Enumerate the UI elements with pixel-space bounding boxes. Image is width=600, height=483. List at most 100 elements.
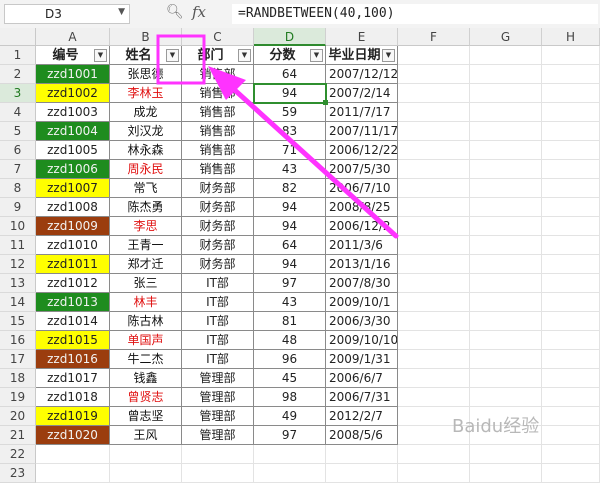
cell[interactable] bbox=[398, 350, 470, 369]
table-cell-id[interactable]: zzd1015 bbox=[36, 331, 110, 350]
cell[interactable] bbox=[470, 46, 542, 65]
cell[interactable] bbox=[182, 445, 254, 464]
table-cell-dept[interactable]: 管理部 bbox=[182, 426, 254, 445]
cell[interactable] bbox=[542, 141, 600, 160]
filter-dropdown-icon[interactable]: ▼ bbox=[382, 49, 395, 62]
table-cell-name[interactable]: 陈杰勇 bbox=[110, 198, 182, 217]
cell[interactable] bbox=[470, 217, 542, 236]
table-cell-score[interactable]: 83 bbox=[254, 122, 326, 141]
row-header-20[interactable]: 20 bbox=[0, 407, 36, 426]
table-cell-dept[interactable]: 财务部 bbox=[182, 217, 254, 236]
cell[interactable] bbox=[470, 350, 542, 369]
table-cell-score[interactable]: 94 bbox=[254, 255, 326, 274]
table-cell-score[interactable]: 49 bbox=[254, 407, 326, 426]
cell[interactable] bbox=[542, 160, 600, 179]
table-header-cell[interactable]: 分数 ▼ bbox=[254, 46, 326, 65]
cell[interactable] bbox=[398, 46, 470, 65]
table-cell-dept[interactable]: 管理部 bbox=[182, 388, 254, 407]
table-cell-date[interactable]: 2006/6/7 bbox=[326, 369, 398, 388]
cell[interactable] bbox=[470, 388, 542, 407]
table-cell-date[interactable]: 2011/3/6 bbox=[326, 236, 398, 255]
table-cell-dept[interactable]: 管理部 bbox=[182, 369, 254, 388]
cell[interactable] bbox=[470, 331, 542, 350]
cell[interactable] bbox=[542, 217, 600, 236]
cell[interactable] bbox=[398, 141, 470, 160]
table-cell-id[interactable]: zzd1006 bbox=[36, 160, 110, 179]
table-cell-date[interactable]: 2011/7/17 bbox=[326, 103, 398, 122]
table-cell-id[interactable]: zzd1011 bbox=[36, 255, 110, 274]
row-header-14[interactable]: 14 bbox=[0, 293, 36, 312]
cell[interactable] bbox=[398, 331, 470, 350]
cell[interactable] bbox=[542, 293, 600, 312]
table-cell-date[interactable]: 2006/3/30 bbox=[326, 312, 398, 331]
table-cell-date[interactable]: 2006/12/2 bbox=[326, 217, 398, 236]
cell[interactable] bbox=[398, 369, 470, 388]
cell[interactable] bbox=[542, 84, 600, 103]
table-cell-date[interactable]: 2007/2/14 bbox=[326, 84, 398, 103]
table-cell-id[interactable]: zzd1004 bbox=[36, 122, 110, 141]
cell[interactable] bbox=[470, 255, 542, 274]
cell[interactable] bbox=[182, 464, 254, 483]
row-header-1[interactable]: 1 bbox=[0, 46, 36, 65]
cell[interactable] bbox=[470, 274, 542, 293]
cell[interactable] bbox=[326, 445, 398, 464]
table-cell-score[interactable]: 94 bbox=[254, 84, 326, 103]
table-cell-score[interactable]: 48 bbox=[254, 331, 326, 350]
table-cell-score[interactable]: 97 bbox=[254, 426, 326, 445]
chevron-down-icon[interactable]: ▼ bbox=[118, 7, 125, 17]
table-cell-dept[interactable]: IT部 bbox=[182, 331, 254, 350]
cell[interactable] bbox=[326, 464, 398, 483]
row-header-3[interactable]: 3 bbox=[0, 84, 36, 103]
column-header-f[interactable]: F bbox=[398, 28, 470, 46]
table-cell-dept[interactable]: IT部 bbox=[182, 350, 254, 369]
cell[interactable] bbox=[398, 274, 470, 293]
cell[interactable] bbox=[398, 388, 470, 407]
row-header-21[interactable]: 21 bbox=[0, 426, 36, 445]
table-cell-name[interactable]: 陈古林 bbox=[110, 312, 182, 331]
cell[interactable] bbox=[254, 445, 326, 464]
column-header-e[interactable]: E bbox=[326, 28, 398, 46]
table-cell-date[interactable]: 2009/10/10 bbox=[326, 331, 398, 350]
cell[interactable] bbox=[542, 198, 600, 217]
cell[interactable] bbox=[398, 217, 470, 236]
filter-dropdown-icon[interactable]: ▼ bbox=[94, 49, 107, 62]
table-cell-score[interactable]: 94 bbox=[254, 217, 326, 236]
table-cell-score[interactable]: 82 bbox=[254, 179, 326, 198]
cell[interactable] bbox=[470, 464, 542, 483]
table-cell-date[interactable]: 2008/8/25 bbox=[326, 198, 398, 217]
row-header-5[interactable]: 5 bbox=[0, 122, 36, 141]
table-cell-score[interactable]: 43 bbox=[254, 160, 326, 179]
cell[interactable] bbox=[542, 331, 600, 350]
row-header-9[interactable]: 9 bbox=[0, 198, 36, 217]
table-header-cell[interactable]: 编号 ▼ bbox=[36, 46, 110, 65]
table-cell-name[interactable]: 刘汉龙 bbox=[110, 122, 182, 141]
column-header-b[interactable]: B bbox=[110, 28, 182, 46]
cell[interactable] bbox=[542, 122, 600, 141]
cell[interactable] bbox=[110, 464, 182, 483]
cell[interactable] bbox=[398, 312, 470, 331]
cell[interactable] bbox=[254, 464, 326, 483]
table-cell-date[interactable]: 2007/12/12 bbox=[326, 65, 398, 84]
table-cell-score[interactable]: 97 bbox=[254, 274, 326, 293]
row-header-18[interactable]: 18 bbox=[0, 369, 36, 388]
cell[interactable] bbox=[470, 103, 542, 122]
cell[interactable] bbox=[470, 141, 542, 160]
column-header-d[interactable]: D bbox=[254, 28, 326, 46]
table-cell-score[interactable]: 94 bbox=[254, 198, 326, 217]
table-cell-score[interactable]: 45 bbox=[254, 369, 326, 388]
cell[interactable] bbox=[470, 179, 542, 198]
cell[interactable] bbox=[398, 464, 470, 483]
table-cell-name[interactable]: 单国声 bbox=[110, 331, 182, 350]
table-cell-score[interactable]: 64 bbox=[254, 236, 326, 255]
name-box[interactable]: D3 ▼ bbox=[4, 4, 130, 24]
cell[interactable] bbox=[110, 445, 182, 464]
table-cell-name[interactable]: 曾志坚 bbox=[110, 407, 182, 426]
table-cell-id[interactable]: zzd1020 bbox=[36, 426, 110, 445]
cell[interactable] bbox=[398, 84, 470, 103]
table-cell-dept[interactable]: IT部 bbox=[182, 274, 254, 293]
column-header-a[interactable]: A bbox=[36, 28, 110, 46]
row-header-15[interactable]: 15 bbox=[0, 312, 36, 331]
table-cell-name[interactable]: 牛二杰 bbox=[110, 350, 182, 369]
table-cell-name[interactable]: 曾贤志 bbox=[110, 388, 182, 407]
table-cell-date[interactable]: 2008/5/6 bbox=[326, 426, 398, 445]
